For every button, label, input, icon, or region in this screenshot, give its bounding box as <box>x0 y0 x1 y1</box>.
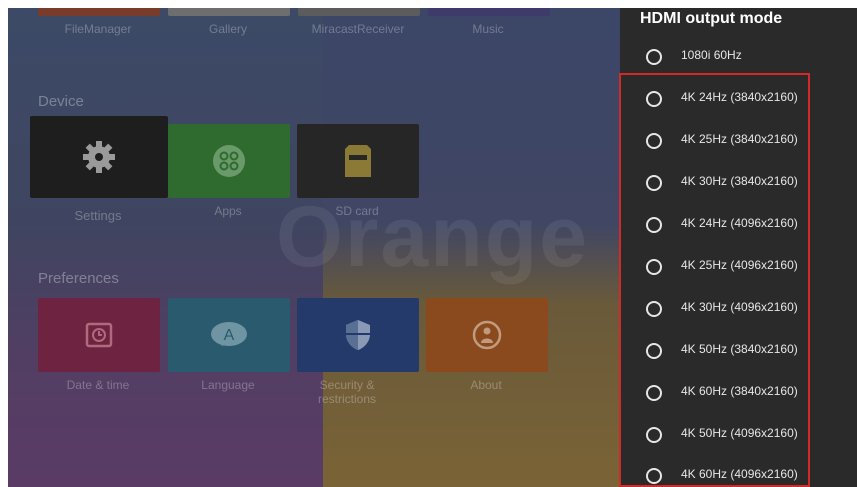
svg-text:A: A <box>224 327 235 344</box>
app-tile-miracast[interactable] <box>298 8 420 16</box>
clock-icon <box>85 322 113 348</box>
panel-title: HDMI output mode <box>640 10 783 27</box>
app-tile-language[interactable]: A <box>168 298 290 372</box>
app-tile-apps[interactable] <box>168 124 290 198</box>
app-label-language: Language <box>201 378 255 392</box>
app-tile-gallery[interactable] <box>168 8 290 16</box>
app-tile-datetime[interactable] <box>38 298 160 372</box>
info-icon <box>472 320 502 350</box>
app-tile-music[interactable] <box>428 8 550 16</box>
watermark-logo: Orange p <box>276 189 670 285</box>
option-label: 1080i 60Hz <box>681 48 742 62</box>
app-label-music: Music <box>472 22 504 36</box>
section-device: Device <box>38 93 84 110</box>
app-tile-settings[interactable] <box>30 116 168 198</box>
apps-grid-icon <box>213 145 245 177</box>
app-tile-filemanager[interactable] <box>38 8 160 16</box>
app-label-security: Security & restrictions <box>317 378 376 406</box>
app-label-gallery: Gallery <box>208 22 247 36</box>
shield-icon <box>346 320 370 350</box>
annotation-highlight-box <box>619 73 810 487</box>
app-label-apps: Apps <box>214 204 242 218</box>
gear-icon <box>83 141 115 173</box>
app-label-filemanager: FileManager <box>64 22 132 36</box>
option-1080i-60hz[interactable]: 1080i 60Hz <box>620 42 857 72</box>
app-tile-about[interactable] <box>426 298 548 372</box>
app-label-settings: Settings <box>74 208 122 223</box>
language-icon: A <box>211 322 247 346</box>
section-preferences: Preferences <box>38 270 119 287</box>
app-label-miracast: MiracastReceiver <box>311 22 405 36</box>
app-tile-security[interactable] <box>297 298 419 372</box>
app-label-datetime: Date & time <box>66 378 130 392</box>
radio-unchecked-icon[interactable] <box>646 49 662 65</box>
sd-card-icon <box>345 145 371 177</box>
app-label-about: About <box>470 378 502 392</box>
app-tile-sdcard[interactable] <box>297 124 419 198</box>
app-label-sdcard: SD card <box>335 204 379 218</box>
